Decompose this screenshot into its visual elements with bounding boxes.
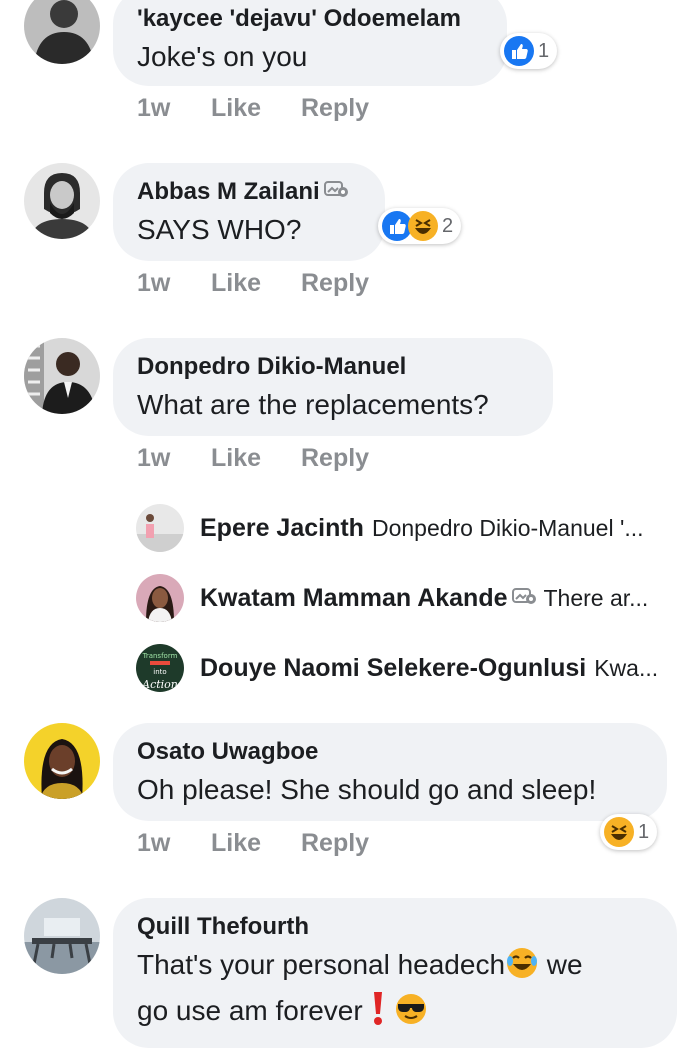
avatar[interactable] (136, 574, 184, 622)
comment-text: SAYS WHO? (137, 214, 302, 245)
avatar[interactable] (24, 723, 100, 799)
like-button[interactable]: Like (211, 829, 301, 858)
like-button[interactable]: Like (211, 444, 301, 473)
comment-actions: 1w Like Reply (137, 93, 369, 123)
comment-text-line1: That's your personal headech (137, 949, 506, 980)
reply-button[interactable]: Reply (301, 829, 369, 858)
sunglasses-face-icon (394, 992, 428, 1036)
reply-author-row: Kwatam Mamman Akande (200, 584, 536, 613)
avatar-text: Action (141, 678, 178, 691)
avatar[interactable] (24, 0, 100, 64)
comment-author[interactable]: Abbas M Zailani (137, 177, 320, 207)
tears-of-joy-emoji-icon (505, 946, 539, 990)
avatar[interactable] (24, 338, 100, 414)
exclamation-mark-icon (370, 990, 386, 1036)
timestamp[interactable]: 1w (137, 269, 211, 298)
comment-author[interactable]: Osato Uwagboe (137, 737, 645, 767)
like-reaction-icon (504, 36, 534, 66)
reply-preview: There ar... (543, 584, 649, 611)
comment-actions: 1w Like Reply (137, 443, 369, 473)
comment-text-line2: go use am forever (137, 995, 363, 1026)
haha-reaction-icon (604, 817, 634, 847)
reply-author[interactable]: Epere Jacinth (200, 514, 364, 543)
comment-author-row: Abbas M Zailani (137, 177, 363, 207)
reply-item[interactable]: Kwatam Mamman Akande There ar... (136, 574, 648, 622)
like-button[interactable]: Like (211, 269, 301, 298)
avatar[interactable]: Transform into Action (136, 644, 184, 692)
reaction-count: 1 (538, 39, 550, 62)
reply-author[interactable]: Kwatam Mamman Akande (200, 584, 508, 613)
comment-text: What are the replacements? (137, 389, 489, 420)
comment-bubble: Abbas M Zailani SAYS WHO? (113, 163, 385, 261)
comment-actions: 1w Like Reply (137, 828, 369, 858)
comment-bubble: Quill Thefourth That's your personal hea… (113, 898, 677, 1048)
reply-author[interactable]: Douye Naomi Selekere-Ogunlusi (200, 654, 586, 683)
avatar-text: Transform (142, 652, 178, 660)
avatar-text: into (153, 668, 166, 676)
reaction-summary[interactable]: 1 (500, 33, 558, 69)
reply-button[interactable]: Reply (301, 269, 369, 298)
comment-author[interactable]: Donpedro Dikio-Manuel (137, 352, 531, 382)
timestamp[interactable]: 1w (137, 829, 211, 858)
reaction-count: 2 (442, 214, 454, 237)
timestamp[interactable]: 1w (137, 444, 211, 473)
comment-text: Oh please! She should go and sleep! (137, 774, 597, 805)
comment-text: Joke's on you (137, 41, 308, 72)
reply-item[interactable]: Epere Jacinth Donpedro Dikio-Manuel '... (136, 504, 644, 552)
comment-text-line1-end: we (539, 949, 583, 980)
comment-author[interactable]: 'kaycee 'dejavu' Odoemelam (137, 4, 485, 34)
reply-preview: Donpedro Dikio-Manuel '... (371, 514, 644, 541)
reply-preview: Kwa... (594, 654, 659, 681)
timestamp[interactable]: 1w (137, 94, 211, 123)
comment-bubble: Donpedro Dikio-Manuel What are the repla… (113, 338, 553, 436)
comment-text: That's your personal headech we go use a… (137, 946, 655, 1036)
avatar[interactable] (24, 898, 100, 974)
reaction-count: 1 (638, 820, 650, 843)
comment-bubble: Osato Uwagboe Oh please! She should go a… (113, 723, 667, 821)
top-fan-icon (511, 584, 536, 613)
reaction-summary[interactable]: 1 (600, 814, 658, 850)
reply-item[interactable]: Transform into Action Douye Naomi Seleke… (136, 644, 658, 692)
comment-author[interactable]: Quill Thefourth (137, 912, 655, 942)
haha-reaction-icon (408, 211, 438, 241)
reaction-summary[interactable]: 2 (378, 208, 462, 244)
avatar[interactable] (24, 163, 100, 239)
comment-actions: 1w Like Reply (137, 268, 369, 298)
comment-bubble: 'kaycee 'dejavu' Odoemelam Joke's on you (113, 0, 507, 86)
like-button[interactable]: Like (211, 94, 301, 123)
top-fan-icon (323, 177, 348, 207)
avatar[interactable] (136, 504, 184, 552)
reply-button[interactable]: Reply (301, 444, 369, 473)
reply-button[interactable]: Reply (301, 94, 369, 123)
